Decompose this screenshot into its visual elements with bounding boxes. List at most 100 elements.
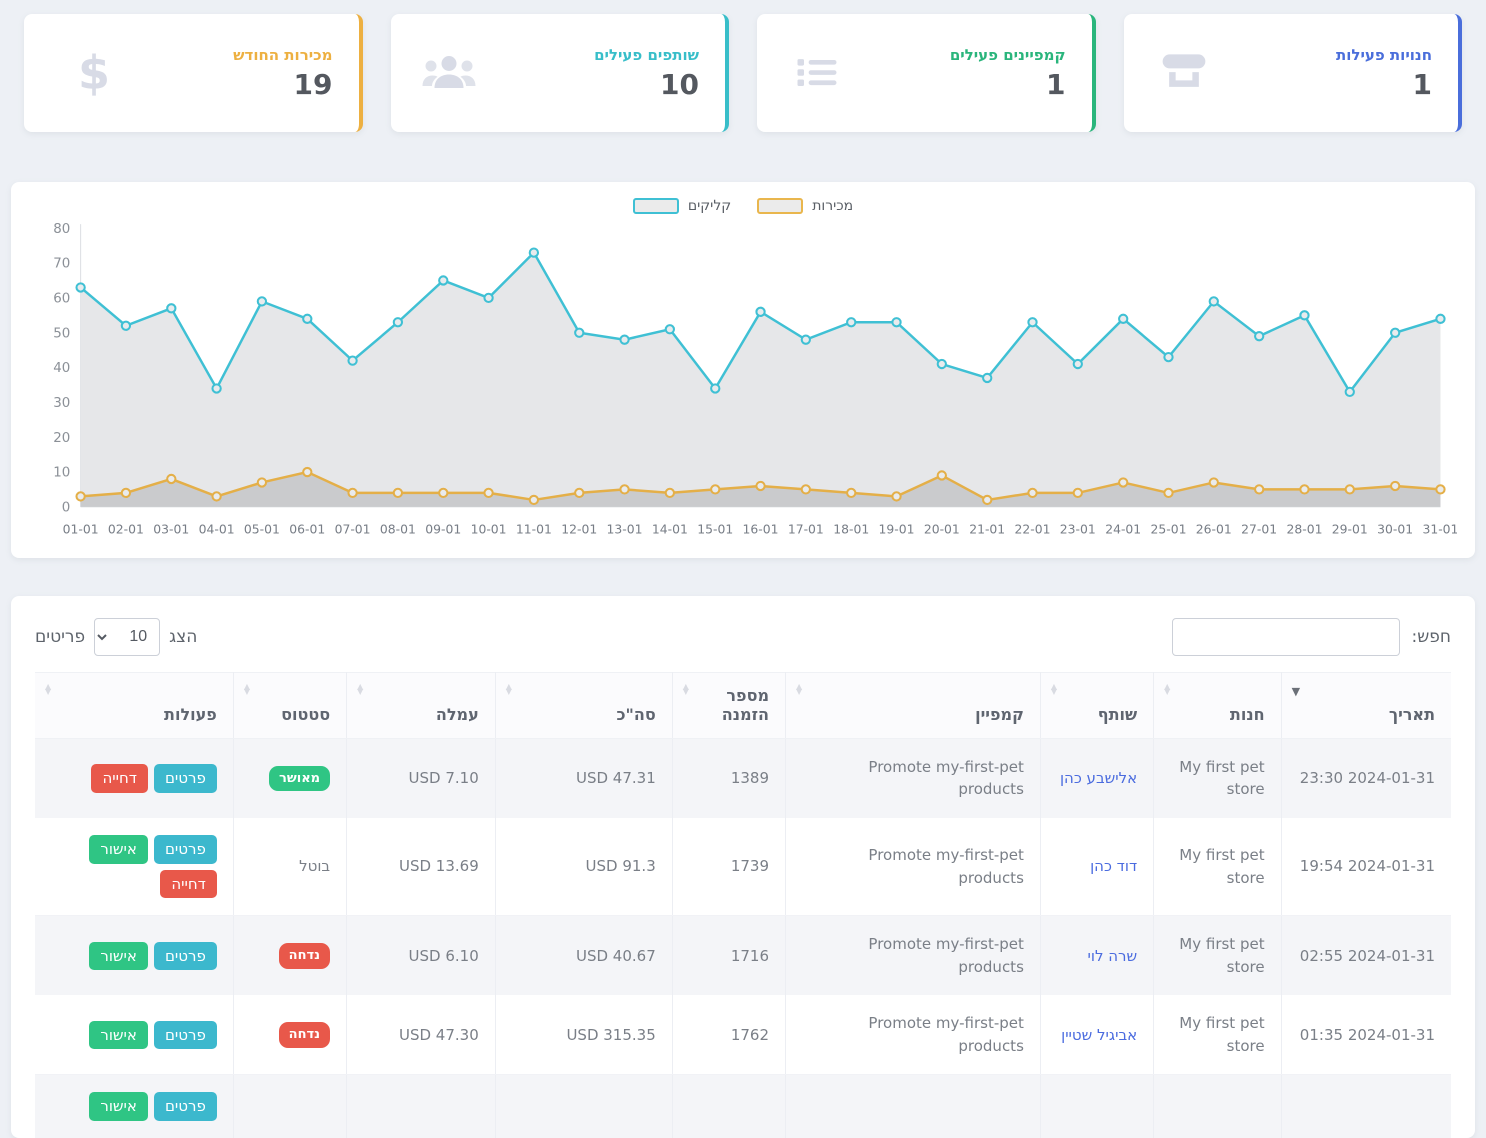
traffic-chart-panel: מכירותקליקים 0102030405060708001-0102-01… xyxy=(11,182,1475,558)
svg-text:14-01: 14-01 xyxy=(652,523,688,537)
orders-table-head: תאריך ▼ חנות▲▼שותף▲▼קמפיין▲▼מספר הזמנה▲▼סה… xyxy=(35,672,1451,738)
cell-campaign: Promote my-first-pet products xyxy=(786,995,1041,1075)
partner-link[interactable]: דוד כהן xyxy=(1090,857,1137,875)
cell-actions: פרטיםאישור xyxy=(35,1075,233,1138)
legend-label: מכירות xyxy=(812,198,853,214)
approve-button[interactable]: אישור xyxy=(89,1092,148,1121)
approve-button[interactable]: אישור xyxy=(89,1021,148,1050)
svg-text:40: 40 xyxy=(53,361,70,376)
column-header-total[interactable]: סה"כ▲▼ xyxy=(495,672,672,738)
cell-actions: פרטיםאישור דחייה xyxy=(35,818,233,916)
column-header-actions[interactable]: פעולות▲▼ xyxy=(35,672,233,738)
legend-item-מכירות[interactable]: מכירות xyxy=(757,198,853,214)
partner-link[interactable]: אביגיל שטיין xyxy=(1061,1026,1137,1044)
cell-store: My first pet store xyxy=(1154,916,1281,996)
column-header-status[interactable]: סטטוס▲▼ xyxy=(233,672,346,738)
column-header-store[interactable]: חנות▲▼ xyxy=(1154,672,1281,738)
cell-campaign: Promote my-first-pet products xyxy=(786,916,1041,996)
sort-both-icon: ▲▼ xyxy=(1164,685,1170,695)
svg-text:04-01: 04-01 xyxy=(199,523,235,537)
sort-both-icon: ▲▼ xyxy=(796,685,802,695)
svg-text:30-01: 30-01 xyxy=(1377,523,1413,537)
cell-commission: USD 7.10 xyxy=(347,738,496,818)
legend-label: קליקים xyxy=(688,198,731,214)
cell-status: מאושר xyxy=(233,738,346,818)
dollar-icon: $ xyxy=(50,50,110,96)
stat-card-value: 19 xyxy=(233,68,332,101)
details-button[interactable]: פרטים xyxy=(154,764,217,793)
svg-text:16-01: 16-01 xyxy=(743,523,779,537)
status-badge-approved: מאושר xyxy=(269,766,330,792)
search-label: חפש: xyxy=(1412,627,1452,647)
partner-link[interactable]: אלישבע כהן xyxy=(1060,769,1137,787)
approve-button[interactable]: אישור xyxy=(89,942,148,971)
status-text: בוטל xyxy=(299,857,330,875)
cell-total xyxy=(495,1075,672,1138)
details-button[interactable]: פרטים xyxy=(154,1092,217,1121)
stat-cards-row: חנויות פעילות1קמפיינים פעילים1שותפים פעי… xyxy=(24,14,1462,132)
partner-link[interactable]: שרה לוי xyxy=(1088,947,1138,965)
details-button[interactable]: פרטים xyxy=(154,942,217,971)
column-header-commission[interactable]: עמלה▲▼ xyxy=(347,672,496,738)
details-button[interactable]: פרטים xyxy=(154,835,217,864)
orders-table-body: 2024-01-31 23:30My first pet storeאלישבע… xyxy=(35,738,1451,1138)
sort-desc-icon: ▼ xyxy=(1292,685,1300,698)
svg-text:80: 80 xyxy=(53,222,70,237)
svg-text:50: 50 xyxy=(53,326,70,341)
chart-legend: מכירות קליקים xyxy=(29,198,1457,214)
cell-date: 2024-01-31 19:54 xyxy=(1281,818,1451,916)
column-header-partner[interactable]: שותף▲▼ xyxy=(1040,672,1153,738)
approve-button[interactable]: אישור xyxy=(89,835,148,864)
cell-total: USD 315.35 xyxy=(495,995,672,1075)
cell-status: נדחה xyxy=(233,916,346,996)
stat-card-info: חנויות פעילות 1 xyxy=(1336,46,1432,101)
svg-text:15-01: 15-01 xyxy=(697,523,733,537)
column-header-order[interactable]: מספר הזמנה▲▼ xyxy=(672,672,785,738)
svg-text:13-01: 13-01 xyxy=(607,523,643,537)
svg-text:22-01: 22-01 xyxy=(1015,523,1051,537)
stat-card-value: 1 xyxy=(1336,68,1432,101)
cell-store: My first pet store xyxy=(1154,995,1281,1075)
cell-partner: שרה לוי xyxy=(1040,916,1153,996)
svg-text:0: 0 xyxy=(62,500,71,515)
table-row: 2024-01-31 01:35My first pet store אביגיל… xyxy=(35,995,1451,1075)
column-header-date[interactable]: תאריך ▼ xyxy=(1281,672,1451,738)
table-row: 2024-01-31 02:55My first pet storeשרה לו… xyxy=(35,916,1451,996)
cell-status xyxy=(233,1075,346,1138)
legend-swatch xyxy=(757,198,803,214)
details-button[interactable]: פרטים xyxy=(154,1021,217,1050)
svg-text:20: 20 xyxy=(53,431,70,446)
cell-date: 2024-01-31 01:35 xyxy=(1281,995,1451,1075)
column-header-campaign[interactable]: קמפיין▲▼ xyxy=(786,672,1041,738)
search-input[interactable] xyxy=(1172,618,1400,656)
table-row: 2024-01-31 23:30My first pet storeאלישבע… xyxy=(35,738,1451,818)
sort-both-icon: ▲▼ xyxy=(683,685,689,695)
cell-commission: USD 13.69 xyxy=(347,818,496,916)
column-header-label: סטטוס xyxy=(281,705,330,724)
svg-text:02-01: 02-01 xyxy=(108,523,144,537)
stat-card-campaigns: קמפיינים פעילים1 xyxy=(757,14,1096,132)
legend-item-קליקים[interactable]: קליקים xyxy=(633,198,731,214)
cell-partner xyxy=(1040,1075,1153,1138)
stat-card-title: חנויות פעילות xyxy=(1336,46,1432,64)
page-size-select[interactable]: 10 xyxy=(94,618,160,656)
reject-button[interactable]: דחייה xyxy=(160,870,217,899)
column-header-label: תאריך xyxy=(1389,705,1435,724)
row-actions: פרטיםאישור xyxy=(61,1021,217,1050)
cell-total: USD 47.31 xyxy=(495,738,672,818)
svg-text:30: 30 xyxy=(53,396,70,411)
svg-text:17-01: 17-01 xyxy=(788,523,824,537)
row-actions: פרטיםדחייה xyxy=(61,764,217,793)
cell-store: My first pet store xyxy=(1154,738,1281,818)
svg-text:20-01: 20-01 xyxy=(924,523,960,537)
table-row: 2024-01-31 19:54My first pet store דוד כה… xyxy=(35,818,1451,916)
column-header-label: עמלה xyxy=(436,705,479,724)
svg-text:06-01: 06-01 xyxy=(289,523,325,537)
reject-button[interactable]: דחייה xyxy=(91,764,148,793)
stat-card-value: 1 xyxy=(950,68,1066,101)
svg-text:10-01: 10-01 xyxy=(471,523,507,537)
cell-store: My first pet store xyxy=(1154,818,1281,916)
cell-order: 1716 xyxy=(672,916,785,996)
row-actions: פרטיםאישור xyxy=(61,942,217,971)
cell-campaign: Promote my-first-pet products xyxy=(786,738,1041,818)
